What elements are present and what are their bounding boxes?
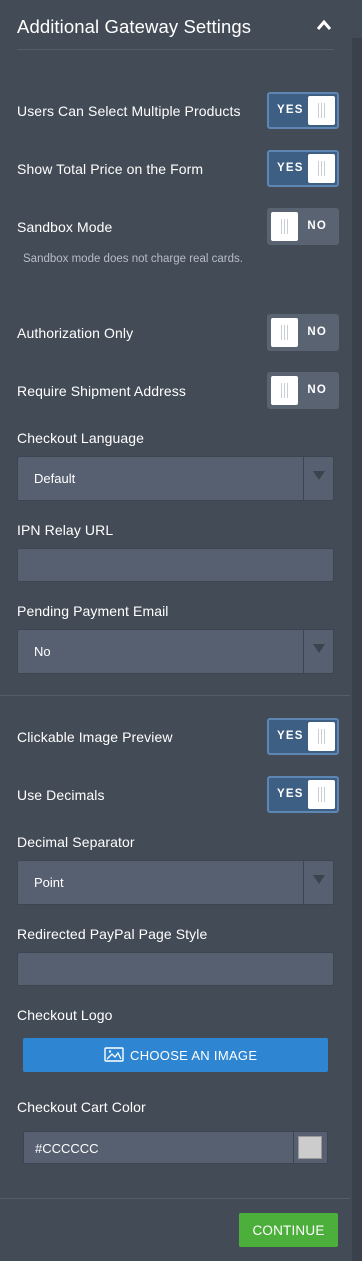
- select-value: No: [34, 644, 51, 659]
- toggle-knob: [308, 780, 335, 809]
- toggle-knob: [308, 154, 335, 183]
- color-swatch[interactable]: [298, 1136, 322, 1159]
- checkout-language-select[interactable]: Default: [17, 456, 334, 501]
- pending-payment-email-label: Pending Payment Email: [17, 603, 169, 619]
- dropdown-arrow-icon: [313, 875, 325, 884]
- authorization-only-label: Authorization Only: [17, 325, 134, 341]
- select-value: Point: [34, 875, 64, 890]
- select-value: Default: [34, 471, 76, 486]
- ipn-relay-url-input[interactable]: [17, 548, 334, 582]
- image-preview-label: Clickable Image Preview: [17, 729, 173, 745]
- toggle-knob: [271, 376, 298, 405]
- continue-button[interactable]: CONTINUE: [239, 1213, 338, 1247]
- toggle-knob: [271, 212, 298, 241]
- checkout-logo-label: Checkout Logo: [17, 1007, 113, 1023]
- page-style-input[interactable]: [17, 952, 334, 986]
- image-icon: [104, 1047, 124, 1062]
- toggle-knob: [271, 318, 298, 347]
- toggle-state: NO: [307, 384, 327, 396]
- shipment-address-toggle[interactable]: NO: [267, 372, 339, 409]
- toggle-knob: [308, 722, 335, 751]
- toggle-state: YES: [277, 730, 304, 742]
- cart-color-input[interactable]: #CCCCCC: [23, 1131, 328, 1164]
- decimal-separator-select[interactable]: Point: [17, 860, 334, 905]
- toggle-state: NO: [307, 326, 327, 338]
- sandbox-mode-toggle[interactable]: NO: [267, 208, 339, 245]
- image-preview-toggle[interactable]: YES: [267, 718, 339, 755]
- total-price-toggle[interactable]: YES: [267, 150, 339, 187]
- cart-color-label: Checkout Cart Color: [17, 1099, 146, 1115]
- color-value: #CCCCCC: [35, 1141, 99, 1156]
- continue-label: CONTINUE: [252, 1223, 325, 1238]
- choose-image-label: CHOOSE AN IMAGE: [130, 1048, 258, 1063]
- toggle-state: YES: [277, 104, 304, 116]
- page-style-label: Redirected PayPal Page Style: [17, 926, 208, 942]
- sandbox-mode-label: Sandbox Mode: [17, 219, 113, 235]
- pending-payment-email-select[interactable]: No: [17, 629, 334, 674]
- footer-divider: [0, 1198, 350, 1199]
- chevron-up-icon[interactable]: [316, 17, 332, 33]
- toggle-state: YES: [277, 788, 304, 800]
- toggle-knob: [308, 96, 335, 125]
- dropdown-arrow-icon: [313, 644, 325, 653]
- section-divider: [0, 695, 350, 696]
- dropdown-arrow-icon: [313, 471, 325, 480]
- choose-image-button[interactable]: CHOOSE AN IMAGE: [23, 1038, 328, 1072]
- decimal-separator-label: Decimal Separator: [17, 834, 135, 850]
- scrollbar[interactable]: [352, 38, 362, 1261]
- checkout-language-label: Checkout Language: [17, 430, 145, 446]
- use-decimals-toggle[interactable]: YES: [267, 776, 339, 813]
- ipn-relay-url-label: IPN Relay URL: [17, 522, 114, 538]
- total-price-label: Show Total Price on the Form: [17, 161, 204, 177]
- section-header[interactable]: Additional Gateway Settings: [17, 0, 334, 50]
- section-title: Additional Gateway Settings: [17, 16, 252, 37]
- multiple-products-toggle[interactable]: YES: [267, 92, 339, 129]
- sandbox-helper-text: Sandbox mode does not charge real cards.: [23, 253, 243, 265]
- authorization-only-toggle[interactable]: NO: [267, 314, 339, 351]
- shipment-address-label: Require Shipment Address: [17, 383, 186, 399]
- toggle-state: NO: [307, 220, 327, 232]
- multiple-products-label: Users Can Select Multiple Products: [17, 103, 241, 119]
- toggle-state: YES: [277, 162, 304, 174]
- use-decimals-label: Use Decimals: [17, 787, 105, 803]
